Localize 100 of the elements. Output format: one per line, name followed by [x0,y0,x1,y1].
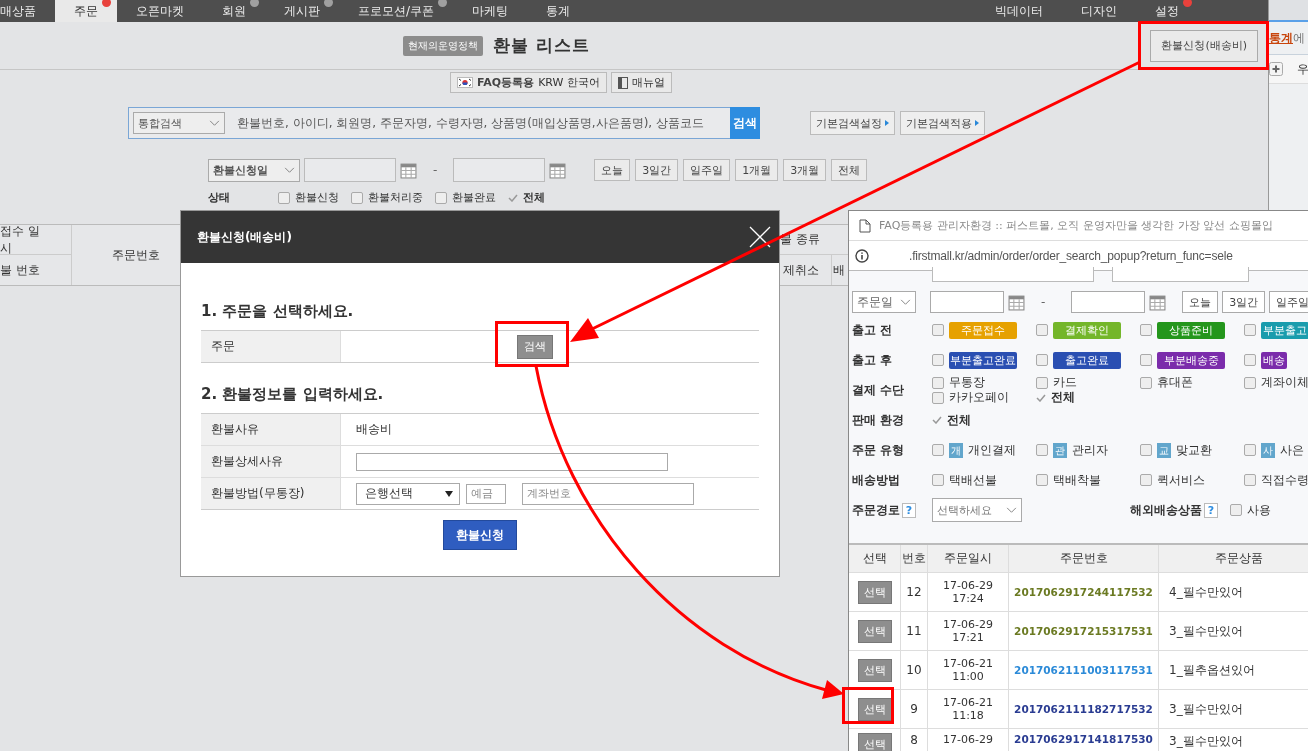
checkbox[interactable] [1244,474,1256,486]
period-button[interactable]: 일주일 [1269,291,1308,313]
date-field[interactable] [304,158,396,182]
checkbox[interactable] [932,324,944,336]
checkbox[interactable] [932,354,944,366]
faq-label: FAQ등록용 [477,75,535,90]
nav-tab[interactable]: 빅데이터 [995,0,1062,22]
help-icon[interactable]: ? [902,502,916,518]
checkbox[interactable] [1036,444,1048,456]
search-button[interactable]: 검색 [730,107,760,139]
checkmark-icon[interactable] [932,416,942,424]
checkbox[interactable] [1140,354,1152,366]
calendar-icon[interactable] [549,161,567,179]
option-label: 사용 [1247,502,1271,518]
period-button[interactable]: 3일간 [1222,291,1266,313]
nav-tab[interactable]: 주문 [55,0,117,22]
input-field[interactable]: 계좌번호 [522,482,694,505]
period-button[interactable]: 전체 [831,159,868,181]
search-bar[interactable]: 통합검색 환불번호, 아이디, 회원명, 주문자명, 수령자명, 상품명(매입상품명,사은품명), 상품코드 검색 [128,107,760,139]
period-button[interactable]: 오늘 [1182,291,1219,313]
date-field[interactable] [1071,291,1146,313]
input-field[interactable] [356,452,668,471]
checkbox[interactable] [932,444,944,456]
type-icon: 관 [1053,442,1067,458]
order-number-link[interactable]: 2017062917141817530 [1014,733,1153,745]
period-button[interactable]: 3일간 [635,159,679,181]
option-label: 카드 [1053,375,1077,390]
plus-icon[interactable] [1269,62,1283,76]
checkbox[interactable] [932,391,944,404]
side-text: 에 [1293,29,1305,47]
nav-tab[interactable]: 게시판 [265,0,339,22]
order-number-link[interactable]: 2017062111003117531 [1014,664,1153,676]
search-type-select[interactable]: 통합검색 [133,112,225,134]
checkbox[interactable] [1036,376,1048,389]
table-cell: 11 [901,612,928,650]
date-field[interactable] [453,158,546,182]
nav-tab[interactable]: 통계 [527,0,590,22]
input-field[interactable] [1112,267,1249,282]
checkbox[interactable] [1036,324,1048,336]
table-cell: 3_필수만있어 [1159,690,1308,728]
checkbox[interactable] [1140,324,1152,336]
date-type-select[interactable]: 주문일 [852,291,916,313]
checkbox[interactable] [1244,324,1256,336]
checkbox[interactable] [1036,354,1048,366]
checkbox[interactable] [1244,376,1256,389]
checkbox[interactable] [435,191,447,204]
checkbox[interactable] [351,191,363,204]
checkbox[interactable] [932,474,944,486]
checkbox[interactable] [278,191,290,204]
order-number-link[interactable]: 2017062917215317531 [1014,625,1153,637]
checkbox[interactable] [932,376,944,389]
nav-tab[interactable]: 오픈마켓 [117,0,203,22]
date-type-select[interactable]: 환불신청일 [208,158,300,182]
checkbox[interactable] [1140,376,1152,389]
date-field[interactable] [930,291,1004,313]
checkbox[interactable] [1036,474,1048,486]
checkmark-icon[interactable] [508,193,518,202]
nav-tab[interactable]: 마케팅 [453,0,528,22]
nav-tab[interactable]: 프로모션/쿠폰 [339,0,454,22]
filter-label: 주문경로 [852,501,900,519]
order-number-link[interactable]: 2017062111182717532 [1014,703,1153,715]
checkmark-icon[interactable] [1036,393,1046,402]
option-label: 무통장 [949,375,985,390]
checkbox[interactable] [1230,504,1242,516]
table-cell: 17-06-29 17:21 [943,618,993,644]
section-heading: 2. 환불정보를 입력하세요. [201,385,385,404]
period-button[interactable]: 1개월 [735,159,779,181]
calendar-icon[interactable] [1149,293,1167,311]
caret-icon [975,120,979,126]
checkbox[interactable] [1244,354,1256,366]
close-icon[interactable] [749,226,771,248]
nav-tab[interactable]: 디자인 [1062,0,1136,22]
help-icon[interactable]: ? [1204,502,1218,518]
statistics-link[interactable]: 통계 [1269,29,1293,47]
checkbox[interactable] [1140,474,1152,486]
checkbox[interactable] [1244,444,1256,456]
period-button[interactable]: 일주일 [683,159,731,181]
route-select[interactable]: 선택하세요 [932,498,1022,522]
faq-button[interactable]: FAQ등록용 KRW 한국어 [450,72,607,93]
period-button[interactable]: 3개월 [783,159,827,181]
bank-select[interactable]: 은행선택 [356,482,460,505]
book-icon [617,76,628,89]
preset-button[interactable]: 기본검색설정 [810,111,895,135]
section-heading: 1. 주문을 선택하세요. [201,302,355,321]
nav-tab[interactable]: 매상품 [0,0,55,22]
calendar-icon[interactable] [1008,293,1025,311]
checkbox[interactable] [1140,444,1152,456]
option-label: 전체 [947,412,971,428]
submit-button[interactable]: 환불신청 [443,520,517,550]
search-field[interactable]: 환불번호, 아이디, 회원명, 주문자명, 수령자명, 상품명(매입상품명,사은품명), 상품코드 [229,110,730,136]
preset-button[interactable]: 기본검색적용 [900,111,985,135]
period-button[interactable]: 오늘 [594,159,631,181]
manual-button[interactable]: 매뉴얼 [610,72,672,93]
nav-tab[interactable]: 설정 [1136,0,1198,22]
input-field[interactable]: 예금 [466,483,506,504]
order-number-link[interactable]: 2017062917244117532 [1014,586,1153,598]
refund-request-button[interactable]: 환불신청(배송비) [1150,29,1258,62]
calendar-icon[interactable] [400,161,417,179]
nav-tab[interactable]: 회원 [203,0,265,22]
input-field[interactable] [932,267,1094,282]
